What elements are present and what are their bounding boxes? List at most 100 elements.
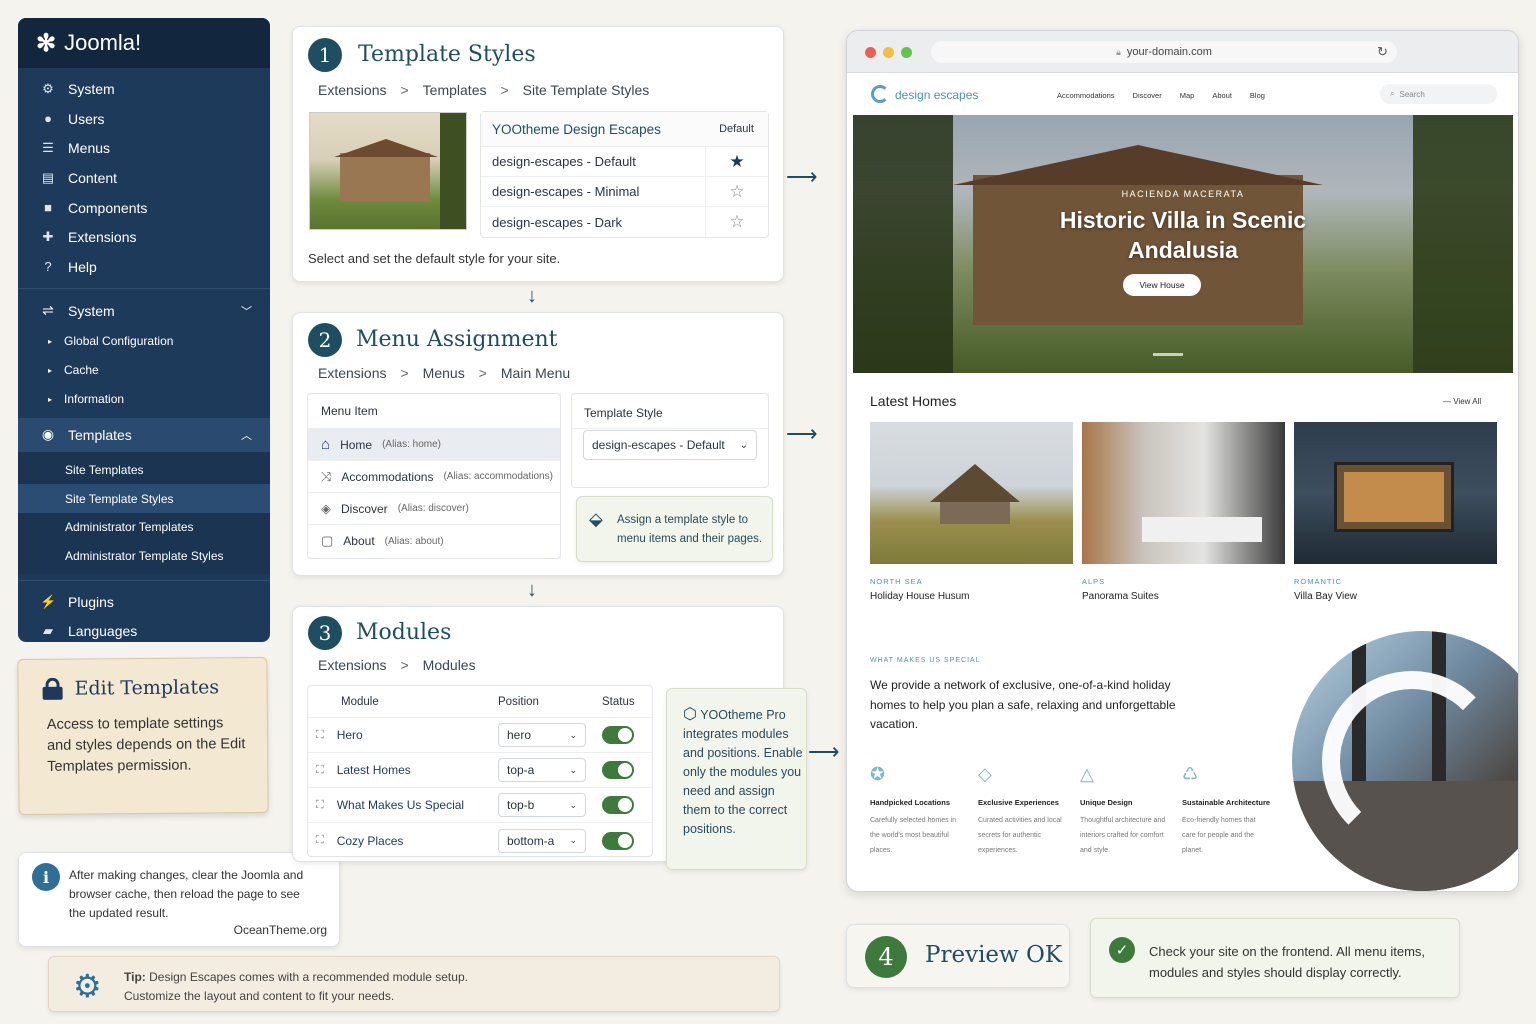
nav-link[interactable]: Blog	[1250, 91, 1265, 100]
column-header: Module	[341, 695, 379, 708]
breadcrumb-item[interactable]: Extensions	[318, 657, 386, 673]
breadcrumb-item[interactable]: Extensions	[318, 365, 386, 381]
status-toggle[interactable]	[602, 831, 634, 850]
sidebar-item-content[interactable]: ▤ Content	[18, 163, 270, 193]
info-icon: i	[32, 863, 60, 891]
sidebar-item-label: System	[68, 80, 115, 97]
sidebar-item-label: Users	[68, 110, 105, 127]
breadcrumb-item[interactable]: Menus	[423, 365, 465, 381]
feature-title: Exclusive Experiences	[978, 798, 1059, 807]
status-toggle[interactable]	[602, 796, 634, 814]
home-name[interactable]: Holiday House Husum	[870, 591, 970, 602]
position-select[interactable]: top-a ⌄	[498, 758, 586, 782]
sidebar-section-templates[interactable]: ◉ Templates ︿	[18, 417, 270, 452]
style-row[interactable]: design-escapes - Default ★	[481, 146, 768, 177]
sidebar-item-menus[interactable]: ☰ Menus	[18, 133, 270, 163]
template-style-select[interactable]: design-escapes - Default ⌄	[583, 430, 757, 460]
cache-info-note: i After making changes, clear the Joomla…	[18, 852, 340, 947]
caret-icon: ▸	[48, 336, 53, 346]
sidebar-item-components[interactable]: ■ Components	[18, 193, 270, 223]
sidebar-subitem-administrator-template-styles[interactable]: Administrator Template Styles	[18, 541, 270, 570]
tag-icon: ⬙	[589, 509, 603, 529]
position-value: bottom-a	[507, 833, 555, 848]
minimize-dot-icon[interactable]	[883, 47, 894, 58]
menu-item-row-accommodations[interactable]: ⤨ Accommodations (Alias: accommodations)	[308, 461, 560, 493]
site-logo[interactable]: design escapes	[895, 88, 978, 102]
url-text: your-domain.com	[1126, 46, 1212, 58]
view-all-link[interactable]: — View All	[1443, 397, 1481, 406]
breadcrumb-item[interactable]: Modules	[423, 657, 476, 673]
brand-name: Joomla!	[64, 30, 142, 55]
nav-link[interactable]: Accommodations	[1057, 91, 1115, 100]
star-outline-icon[interactable]: ☆	[705, 207, 768, 237]
sidebar-subitem-site-template-styles[interactable]: Site Template Styles	[18, 484, 270, 513]
sidebar-section-system[interactable]: ⇌ System ﹀	[18, 295, 270, 327]
breadcrumb-item[interactable]: Site Template Styles	[523, 82, 650, 98]
nav-link[interactable]: Discover	[1133, 91, 1162, 100]
sidebar-item-plugins[interactable]: ⚡ Plugins	[18, 587, 270, 617]
template-style-panel: Template Style design-escapes - Default …	[571, 393, 769, 488]
position-select[interactable]: top-b ⌄	[498, 793, 586, 817]
drag-handle-icon[interactable]: ⛶	[316, 799, 324, 812]
sidebar-item-users[interactable]: ● Users	[18, 104, 270, 134]
sidebar-subitem-global-configuration[interactable]: ▸ Global Configuration	[18, 327, 270, 356]
address-bar[interactable]: 🔒︎ your-domain.com	[931, 41, 1397, 63]
sidebar-item-system[interactable]: ⚙ System	[18, 74, 270, 104]
breadcrumb-item[interactable]: Main Menu	[501, 365, 570, 381]
step-number: 1	[308, 38, 342, 72]
position-select[interactable]: hero ⌄	[498, 723, 586, 747]
menu-item-row-about[interactable]: ▢ About (Alias: about)	[308, 525, 560, 557]
hero-kicker: HACIENDA MACERATA	[1121, 189, 1245, 199]
step-title: Template Styles	[358, 42, 536, 67]
drag-handle-icon[interactable]: ⛶	[316, 764, 324, 777]
sidebar-subitem-site-templates[interactable]: Site Templates	[18, 456, 270, 485]
module-row[interactable]: ⛶ Hero hero ⌄	[308, 718, 652, 753]
home-image[interactable]	[1082, 422, 1285, 564]
column-header: Position	[498, 695, 539, 708]
module-row[interactable]: ⛶ What Makes Us Special top-b ⌄	[308, 788, 652, 823]
breadcrumb-item[interactable]: Templates	[423, 82, 487, 98]
user-icon: ●	[44, 111, 52, 127]
module-row[interactable]: ⛶ Cozy Places bottom-a ⌄	[308, 823, 652, 858]
status-toggle[interactable]	[602, 726, 634, 744]
nav-link[interactable]: Map	[1180, 91, 1195, 100]
nav-link[interactable]: About	[1212, 91, 1232, 100]
home-image[interactable]	[870, 422, 1073, 564]
drag-handle-icon[interactable]: ⛶	[316, 729, 324, 742]
breadcrumb-item[interactable]: Extensions	[318, 82, 386, 98]
home-name[interactable]: Villa Bay View	[1294, 591, 1357, 602]
close-dot-icon[interactable]	[865, 47, 876, 58]
star-filled-icon[interactable]: ★	[705, 146, 768, 177]
menu-item-row-discover[interactable]: ◈ Discover (Alias: discover)	[308, 493, 560, 525]
step-title: Menu Assignment	[356, 327, 558, 352]
style-row[interactable]: design-escapes - Minimal ☆	[481, 176, 768, 207]
frontend-check-note: ✓ Check your site on the frontend. All m…	[1090, 918, 1460, 998]
chevron-down-icon: ⌄	[569, 835, 577, 845]
style-row[interactable]: design-escapes - Dark ☆	[481, 207, 768, 237]
sidebar-subitem-administrator-templates[interactable]: Administrator Templates	[18, 513, 270, 542]
sliders-icon: ⇌	[42, 302, 54, 319]
admin-sidebar: ✻ Joomla! ⚙ System ● Users ☰ Menus ▤ Content…	[18, 18, 270, 642]
carousel-dots[interactable]	[1153, 353, 1183, 356]
sidebar-item-extensions[interactable]: ✚ Extensions	[18, 222, 270, 252]
status-toggle[interactable]	[602, 761, 634, 779]
edit-templates-note: Edit Templates Access to template settin…	[17, 656, 269, 816]
module-row[interactable]: ⛶ Latest Homes top-a ⌄	[308, 753, 652, 788]
position-select[interactable]: bottom-a ⌄	[498, 828, 586, 853]
sidebar-item-help[interactable]: ? Help	[18, 252, 270, 282]
site-search[interactable]: ⌕ Search	[1380, 84, 1497, 104]
menu-item-row-home[interactable]: ⌂ Home (Alias: home)	[308, 429, 560, 461]
sidebar-subitem-information[interactable]: ▸ Information	[18, 385, 270, 414]
note-text: Assign a template style to menu items an…	[617, 514, 763, 545]
reload-icon[interactable]: ↻	[1377, 44, 1388, 60]
sidebar-item-languages[interactable]: ▰ Languages	[18, 617, 270, 643]
home-name[interactable]: Panorama Suites	[1082, 591, 1159, 602]
maximize-dot-icon[interactable]	[901, 47, 912, 58]
drag-handle-icon[interactable]: ⛶	[316, 834, 324, 847]
sidebar-subitem-cache[interactable]: ▸ Cache	[18, 356, 270, 385]
note-title: Edit Templates	[74, 676, 220, 700]
star-outline-icon[interactable]: ☆	[705, 176, 768, 207]
feature-desc: Thoughtful architecture and interiors cr…	[1080, 817, 1166, 854]
view-house-button[interactable]: View House	[1123, 274, 1201, 296]
home-image[interactable]	[1294, 422, 1497, 564]
